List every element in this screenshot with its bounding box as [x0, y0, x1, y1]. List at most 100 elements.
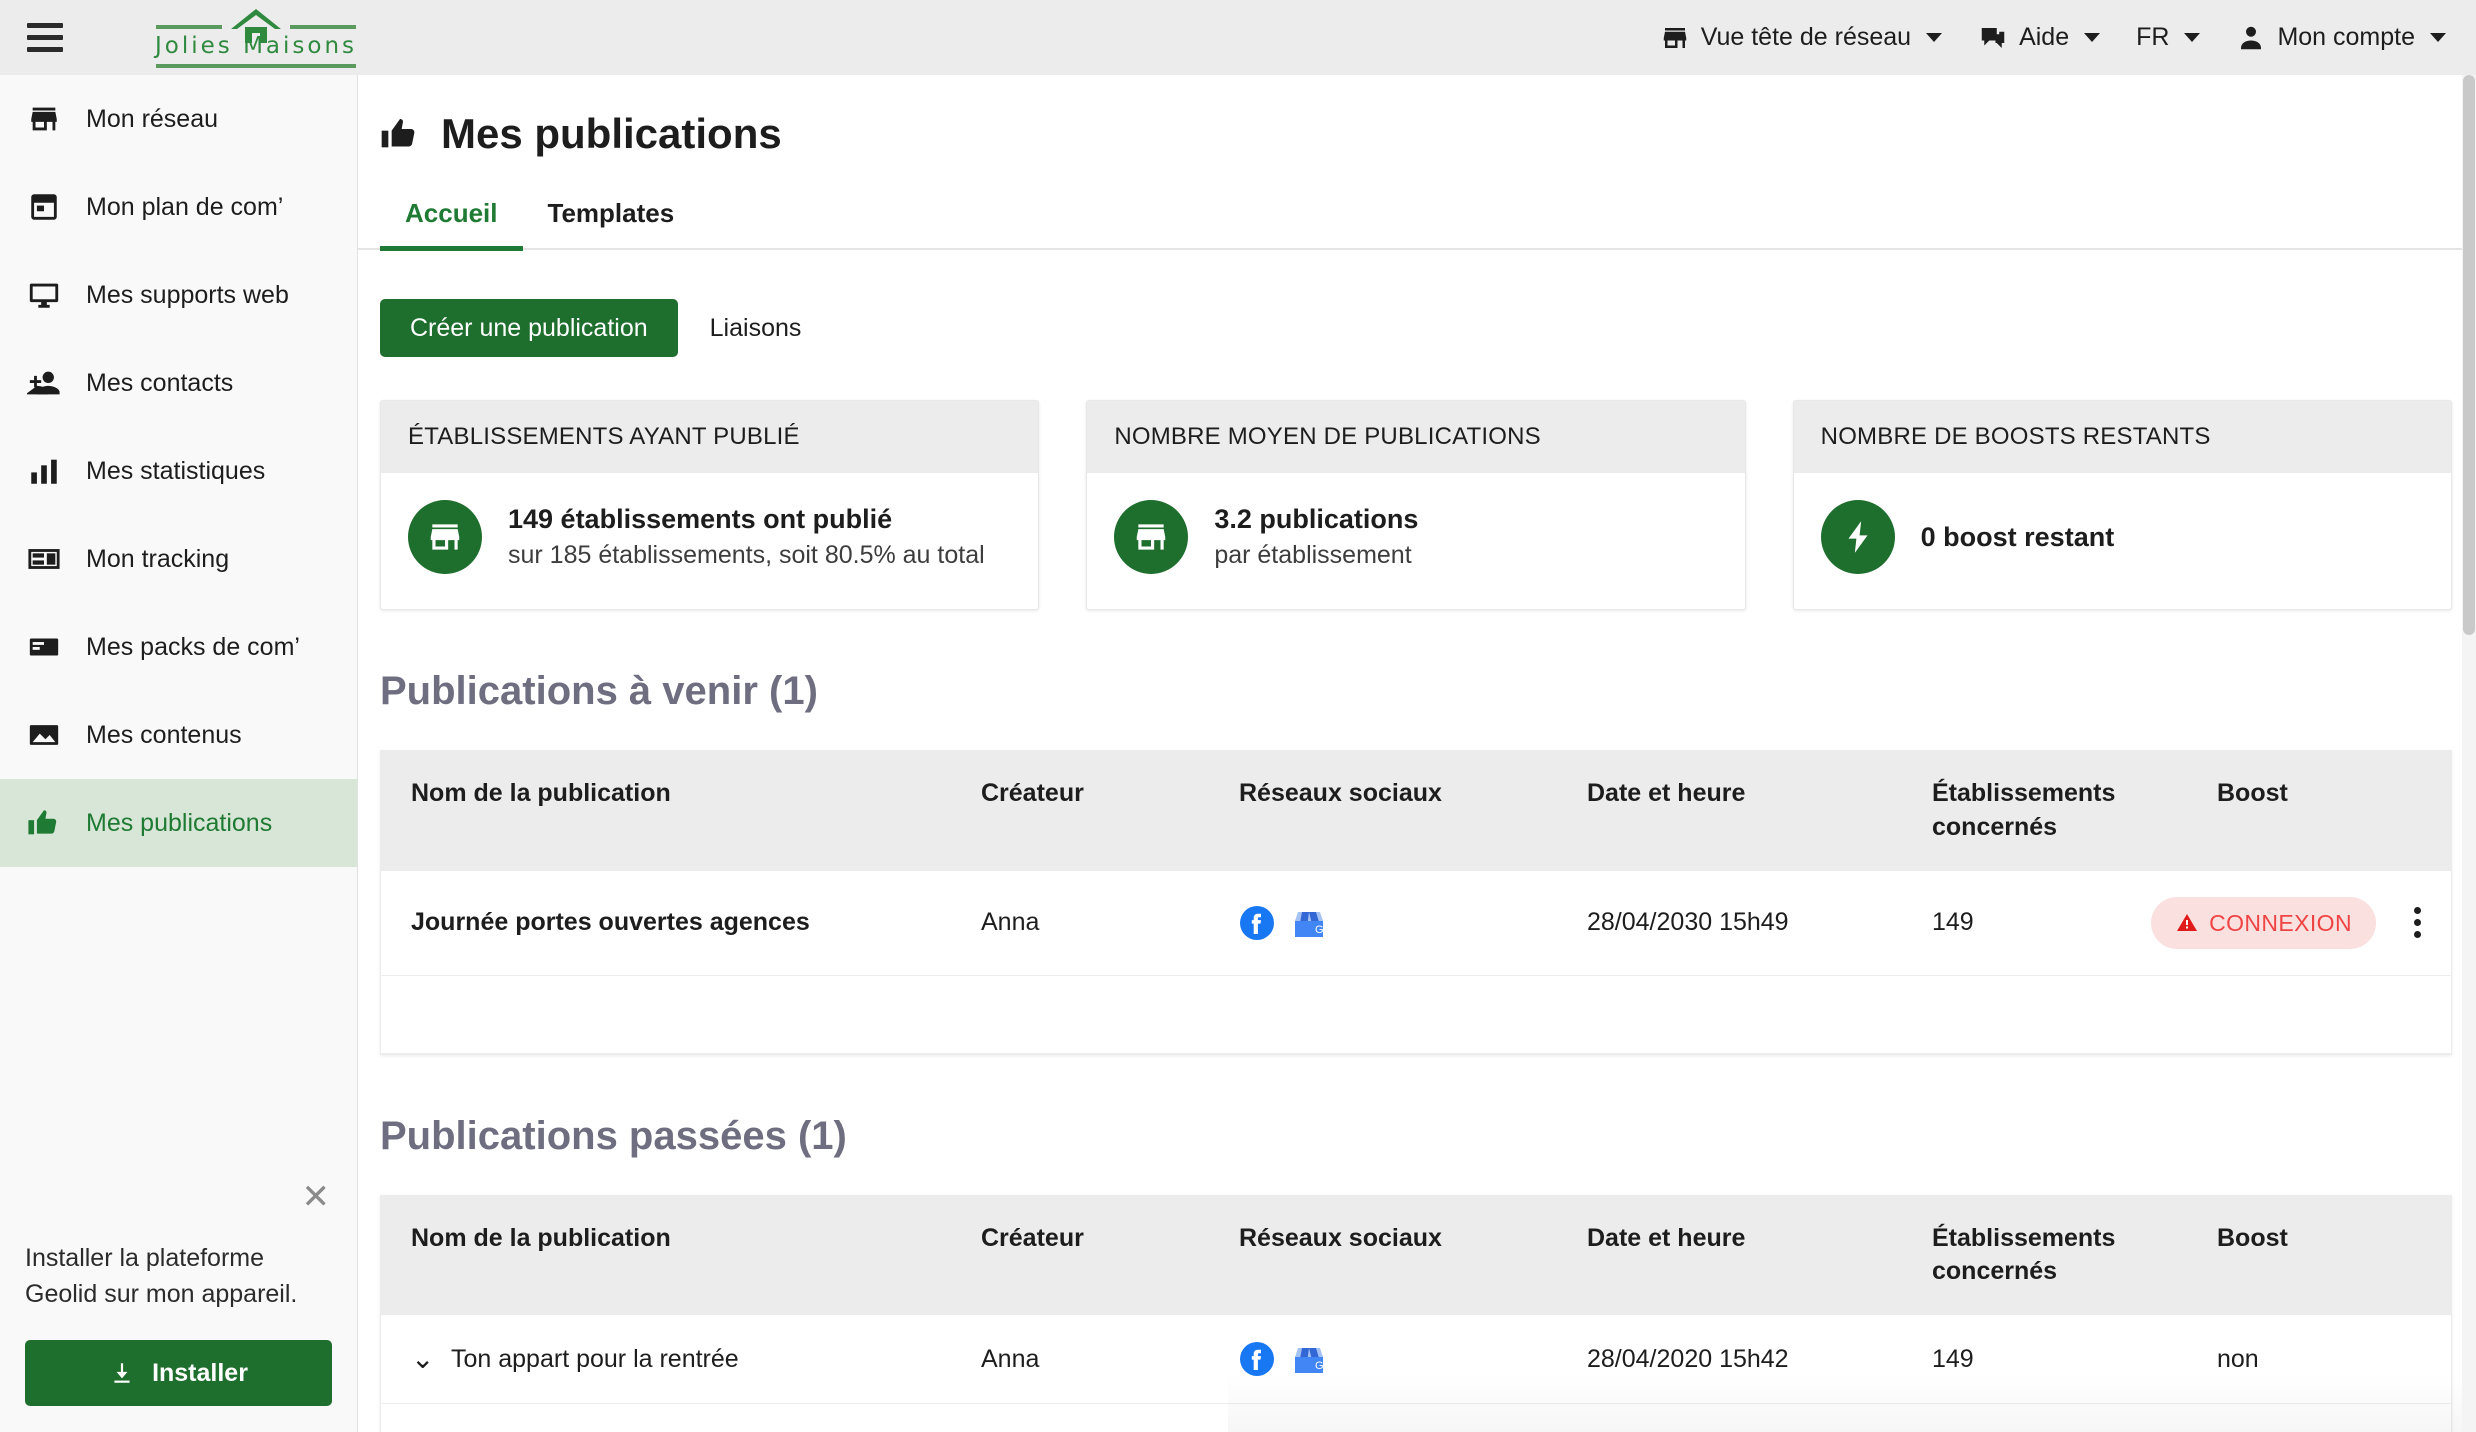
- main-content: Mes publications Accueil Templates Créer…: [358, 75, 2476, 1432]
- publication-establishments: 149: [1932, 1344, 1974, 1373]
- table-row[interactable]: Journée portes ouvertes agences Anna G 2…: [381, 871, 2451, 976]
- chevron-down-icon[interactable]: ⌄: [411, 1345, 435, 1373]
- sidebar-item-mon-tracking[interactable]: Mon tracking: [0, 515, 357, 603]
- table-row[interactable]: ⌄ Ton appart pour la rentrée Anna G 28/0…: [381, 1315, 2451, 1404]
- facebook-icon[interactable]: [1239, 1341, 1275, 1377]
- sidebar-item-mes-packs-de-com[interactable]: Mes packs de com’: [0, 603, 357, 691]
- store-icon: [1663, 27, 1686, 48]
- store-icon: [25, 102, 63, 136]
- publication-datetime: 28/04/2020 15h42: [1587, 1344, 1789, 1373]
- chevron-down-icon[interactable]: [2084, 33, 2101, 42]
- tab-accueil[interactable]: Accueil: [380, 198, 523, 251]
- sidebar-item-mon-reseau[interactable]: Mon réseau: [0, 75, 357, 163]
- scrollbar-thumb[interactable]: [2463, 75, 2475, 635]
- publication-creator: Anna: [981, 1344, 1040, 1373]
- calendar-icon: [25, 190, 63, 224]
- stat-card-value: 149 établissements ont publié: [508, 504, 893, 534]
- top-header-bar: Jolies Maisons Vue tête de réseau Aide F…: [0, 0, 2476, 75]
- person-icon: [2241, 26, 2262, 49]
- chevron-down-icon[interactable]: [1926, 33, 1943, 42]
- status-badge-label: CONNEXION: [2209, 909, 2352, 936]
- stat-card-value: 0 boost restant: [1920, 521, 2115, 552]
- header-item-language[interactable]: FR: [2136, 23, 2201, 52]
- vertical-scrollbar[interactable]: [2462, 75, 2476, 1432]
- header-item-mon-compte[interactable]: Mon compte: [2236, 23, 2446, 53]
- column-header-boost: Boost: [2217, 1223, 2288, 1252]
- google-my-business-icon[interactable]: G: [1291, 1341, 1327, 1377]
- stat-card-nombre-moyen-de-publications: NOMBRE MOYEN DE PUBLICATIONS 3.2 publica…: [1086, 400, 1746, 610]
- store-icon: [408, 500, 482, 574]
- close-icon[interactable]: ✕: [302, 1180, 331, 1214]
- facebook-icon[interactable]: [1239, 905, 1275, 941]
- brand-logo[interactable]: Jolies Maisons: [155, 0, 357, 75]
- sidebar-item-label: Mon réseau: [86, 104, 219, 133]
- sidebar-item-label: Mes publications: [86, 808, 273, 837]
- hamburger-icon[interactable]: [27, 23, 63, 52]
- stat-card-nombre-de-boosts-restants: NOMBRE DE BOOSTS RESTANTS 0 boost restan…: [1792, 400, 2452, 610]
- chevron-down-icon[interactable]: [2430, 33, 2446, 42]
- upcoming-publications-table: Nom de la publication Créateur Réseaux s…: [380, 750, 2452, 1055]
- header-actions: Vue tête de réseau Aide FR Mon compte: [1660, 23, 2446, 53]
- column-header-socials: Réseaux sociaux: [1239, 779, 1442, 807]
- chevron-down-icon[interactable]: [2184, 33, 2201, 42]
- bar-chart-icon: [25, 454, 63, 488]
- stat-card-subtext: sur 185 établissements, soit 80.5% au to…: [508, 541, 985, 569]
- sidebar-item-label: Mes statistiques: [86, 456, 266, 485]
- header-item-label: Mon compte: [2277, 23, 2415, 51]
- kebab-menu-icon[interactable]: [2410, 903, 2425, 942]
- stat-card-value: 3.2 publications: [1214, 504, 1419, 534]
- column-header-establishments: Établissements concernés: [1932, 1223, 2116, 1286]
- bolt-icon: [1820, 500, 1895, 574]
- sidebar-item-mes-supports-web[interactable]: Mes supports web: [0, 251, 357, 339]
- column-header-creator: Créateur: [981, 1223, 1084, 1252]
- section-heading-upcoming: Publications à venir (1): [380, 669, 818, 713]
- svg-text:G: G: [1315, 1360, 1324, 1372]
- install-button[interactable]: Installer: [25, 1340, 332, 1406]
- stat-card-title: NOMBRE DE BOOSTS RESTANTS: [1793, 401, 2451, 473]
- publication-boost: non: [2217, 1344, 2259, 1373]
- stat-card-title: NOMBRE MOYEN DE PUBLICATIONS: [1087, 401, 1745, 473]
- tracking-icon: [25, 542, 63, 576]
- status-badge[interactable]: CONNEXION: [2151, 896, 2376, 949]
- google-my-business-icon[interactable]: G: [1291, 905, 1327, 941]
- column-header-socials: Réseaux sociaux: [1239, 1223, 1442, 1252]
- sidebar-item-mon-plan-de-com[interactable]: Mon plan de com’: [0, 163, 357, 251]
- publication-name: Ton appart pour la rentrée: [451, 1344, 739, 1373]
- sidebar-item-label: Mes supports web: [86, 280, 289, 309]
- sidebar-item-mes-contenus[interactable]: Mes contenus: [0, 691, 357, 779]
- column-header-actions: [2392, 751, 2451, 871]
- card-icon: [25, 630, 63, 664]
- sidebar-item-mes-publications[interactable]: Mes publications: [0, 779, 357, 867]
- table-header-row: Nom de la publication Créateur Réseaux s…: [381, 1195, 2451, 1316]
- publication-creator: Anna: [981, 908, 1040, 937]
- sidebar-item-label: Mon tracking: [86, 544, 230, 573]
- store-icon: [1114, 500, 1189, 574]
- publication-name: Journée portes ouvertes agences: [411, 908, 810, 937]
- image-icon: [25, 718, 63, 752]
- sidebar-item-mes-contacts[interactable]: Mes contacts: [0, 339, 357, 427]
- tab-templates[interactable]: Templates: [523, 198, 700, 251]
- install-button-label: Installer: [152, 1358, 248, 1387]
- column-header-establishments: Établissements concernés: [1932, 779, 2116, 841]
- header-item-vue-tete-de-reseau[interactable]: Vue tête de réseau: [1660, 23, 1943, 53]
- table-row-spacer: [381, 1404, 2451, 1432]
- stat-card-etablissements-ayant-publie: ÉTABLISSEMENTS AYANT PUBLIÉ 149 établiss…: [380, 400, 1040, 610]
- create-publication-button[interactable]: Créer une publication: [380, 299, 678, 357]
- liaisons-button[interactable]: Liaisons: [678, 314, 834, 343]
- social-networks: G: [1239, 1341, 1587, 1377]
- brand-rule-left: [156, 25, 223, 29]
- svg-text:G: G: [1315, 924, 1324, 936]
- table-row-spacer: [381, 975, 2451, 1054]
- download-icon: [114, 1363, 130, 1383]
- sidebar-item-label: Mes packs de com’: [86, 632, 300, 661]
- column-header-name: Nom de la publication: [411, 1223, 671, 1252]
- header-item-aide[interactable]: Aide: [1978, 23, 2101, 53]
- sidebar-item-label: Mes contenus: [86, 720, 242, 749]
- sidebar-item-mes-statistiques[interactable]: Mes statistiques: [0, 427, 357, 515]
- thumbs-up-icon: [25, 806, 63, 840]
- sidebar-item-label: Mon plan de com’: [86, 192, 284, 221]
- sidebar-item-label: Mes contacts: [86, 368, 234, 397]
- stat-card-subtext: par établissement: [1214, 541, 1412, 569]
- desktop-icon: [25, 278, 63, 312]
- sidebar: Mon réseau Mon plan de com’ Mes supports…: [0, 75, 358, 1432]
